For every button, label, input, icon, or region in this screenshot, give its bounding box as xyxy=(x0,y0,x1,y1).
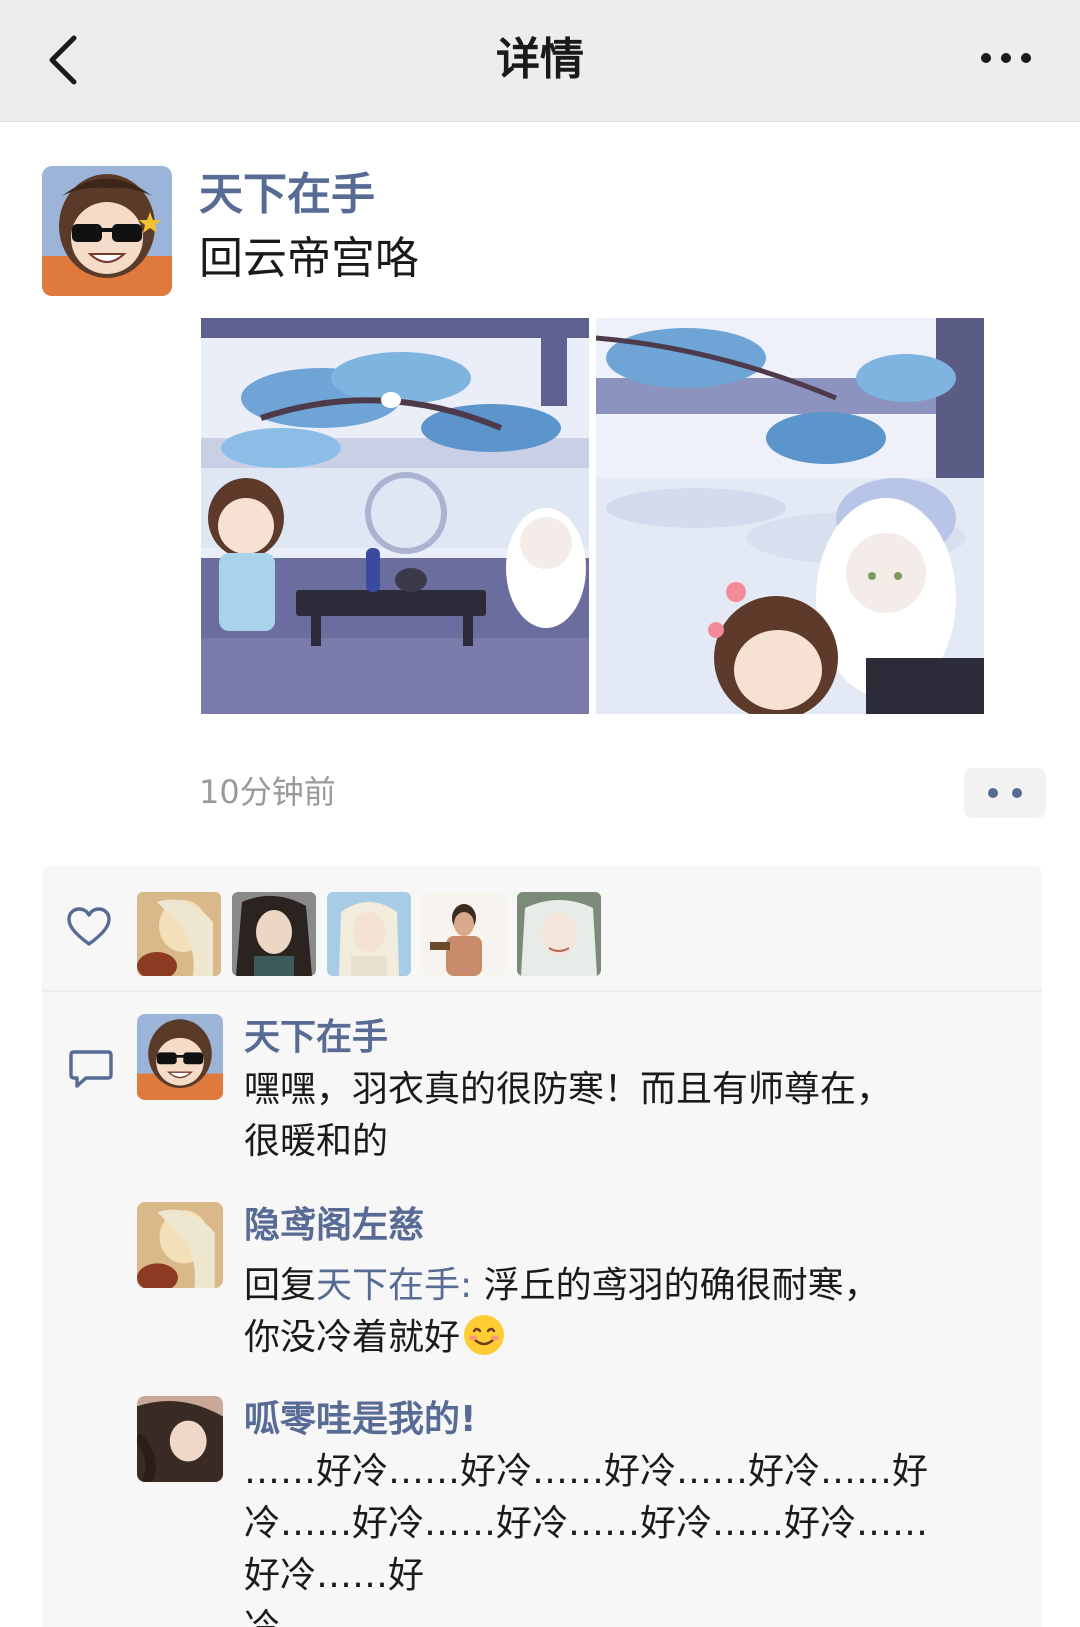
heart-icon xyxy=(67,907,111,946)
reply-target-name[interactable]: 天下在手: xyxy=(316,1265,472,1306)
interaction-panel: 天下在手 嘿嘿，羽衣真的很防寒！而且有师尊在， 很暖和的 隐鸢阁左慈 回复天下在… xyxy=(42,866,1042,1627)
comment-text: ……好冷……好冷……好冷……好冷……好 冷……好冷……好冷……好冷……好冷……好… xyxy=(244,1446,944,1627)
panel-divider xyxy=(42,990,1042,992)
reply-text: 浮丘的鸢羽的确很耐寒， xyxy=(472,1265,880,1306)
commenter-name[interactable]: 呱零哇是我的! xyxy=(244,1396,476,1444)
reply-prefix: 回复 xyxy=(244,1265,317,1306)
comment-text-line: 你没冷着就好 xyxy=(244,1312,944,1364)
comment-text: 嘿嘿，羽衣真的很防寒！而且有师尊在， 很暖和的 xyxy=(244,1064,944,1168)
page-title: 详情 xyxy=(496,34,584,85)
more-dots-icon xyxy=(981,53,1031,63)
commenter-avatar[interactable] xyxy=(137,1014,223,1100)
comment-text-line: ……好冷……好冷……好冷……好冷……好 xyxy=(244,1451,929,1492)
post-timestamp: 10分钟前 xyxy=(199,773,336,811)
liker-avatar-1[interactable] xyxy=(137,892,221,976)
comment-text-line: 回复天下在手: 浮丘的鸢羽的确很耐寒， xyxy=(244,1260,944,1312)
comment-text-line: 很暖和的 xyxy=(244,1121,389,1162)
more-options-button[interactable] xyxy=(978,38,1034,78)
comment-text-line: 冷……好冷……好冷……好冷……好冷……好冷……好 xyxy=(244,1503,929,1596)
commenter-name[interactable]: 隐鸢阁左慈 xyxy=(244,1202,424,1250)
post-text: 回云帝宫咯 xyxy=(199,233,419,284)
liker-avatar-4[interactable] xyxy=(422,892,506,976)
comment-text: 回复天下在手: 浮丘的鸢羽的确很耐寒， 你没冷着就好 xyxy=(244,1260,944,1364)
action-dot-icon xyxy=(988,788,998,798)
reply-text-2: 你没冷着就好 xyxy=(244,1317,461,1358)
liker-avatar-3[interactable] xyxy=(327,892,411,976)
post-action-button[interactable] xyxy=(964,768,1046,818)
liker-avatar-5[interactable] xyxy=(517,892,601,976)
action-dot-icon xyxy=(1012,788,1022,798)
comment-text-line: 冷…… xyxy=(244,1602,944,1627)
likes-row xyxy=(42,866,1042,990)
comment-bubble-icon xyxy=(69,1050,113,1088)
post-image-2[interactable] xyxy=(596,318,984,714)
commenter-avatar[interactable] xyxy=(137,1202,223,1288)
top-nav-bar: 详情 xyxy=(0,0,1080,122)
snowy-courtyard-tea-image xyxy=(201,318,589,714)
commenter-name[interactable]: 天下在手 xyxy=(244,1014,388,1062)
liker-avatar-2[interactable] xyxy=(232,892,316,976)
smiling-face-emoji xyxy=(464,1315,505,1355)
post-image-1[interactable] xyxy=(201,318,589,714)
comment-text-line: 嘿嘿，羽衣真的很防寒！而且有师尊在， xyxy=(244,1069,893,1110)
commenter-avatar[interactable] xyxy=(137,1396,223,1482)
author-avatar[interactable] xyxy=(42,166,172,296)
snowy-garden-characters-image xyxy=(596,318,984,714)
post-author-name[interactable]: 天下在手 xyxy=(199,166,375,224)
